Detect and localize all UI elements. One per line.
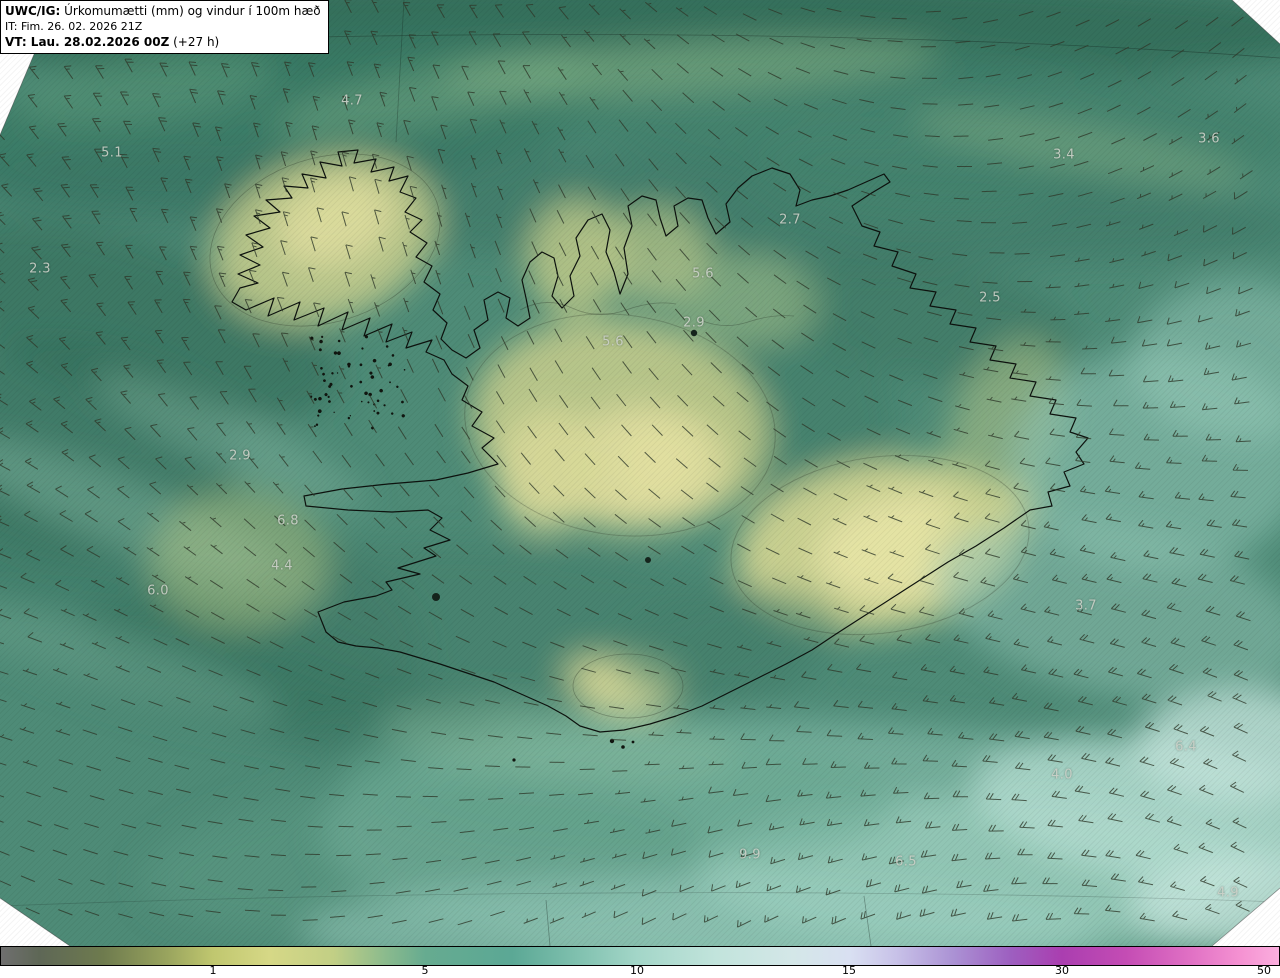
- colorbar-tick-label: 10: [630, 964, 644, 977]
- model-id: UWC/IG:: [5, 4, 61, 18]
- title-line: UWC/IG: Úrkomumætti (mm) og vindur í 100…: [5, 3, 321, 19]
- valid-time-line: VT: Lau. 28.02.2026 00Z (+27 h): [5, 34, 321, 50]
- colorbar-tick-label: 5: [421, 964, 429, 977]
- title-box: UWC/IG: Úrkomumætti (mm) og vindur í 100…: [0, 0, 329, 54]
- colorbar-tick-label: 30: [1055, 964, 1069, 977]
- colorbar-tick-label: 1: [209, 964, 217, 977]
- valid-time: VT: Lau. 28.02.2026 00Z: [5, 35, 170, 49]
- map-canvas: [0, 0, 1280, 946]
- colorbar-gradient: [0, 946, 1280, 966]
- map-title: Úrkomumætti (mm) og vindur í 100m hæð: [60, 4, 321, 18]
- weather-map-page: 4.7 5.1 3.6 3.4 2.7 2.3 5.6 2.5 2.9 5.6 2.9 6.8 4.4 6…: [0, 0, 1280, 978]
- init-time: IT: Fim. 26. 02. 2026 21Z: [5, 20, 143, 33]
- colorbar-tick-label: 50: [1257, 964, 1271, 977]
- lead-time: (+27 h): [169, 35, 220, 49]
- colorbar: 1 5 10 15 30 50: [0, 946, 1280, 978]
- colorbar-tick-label: 15: [842, 964, 856, 977]
- colorbar-ticks: 1 5 10 15 30 50: [0, 964, 1280, 978]
